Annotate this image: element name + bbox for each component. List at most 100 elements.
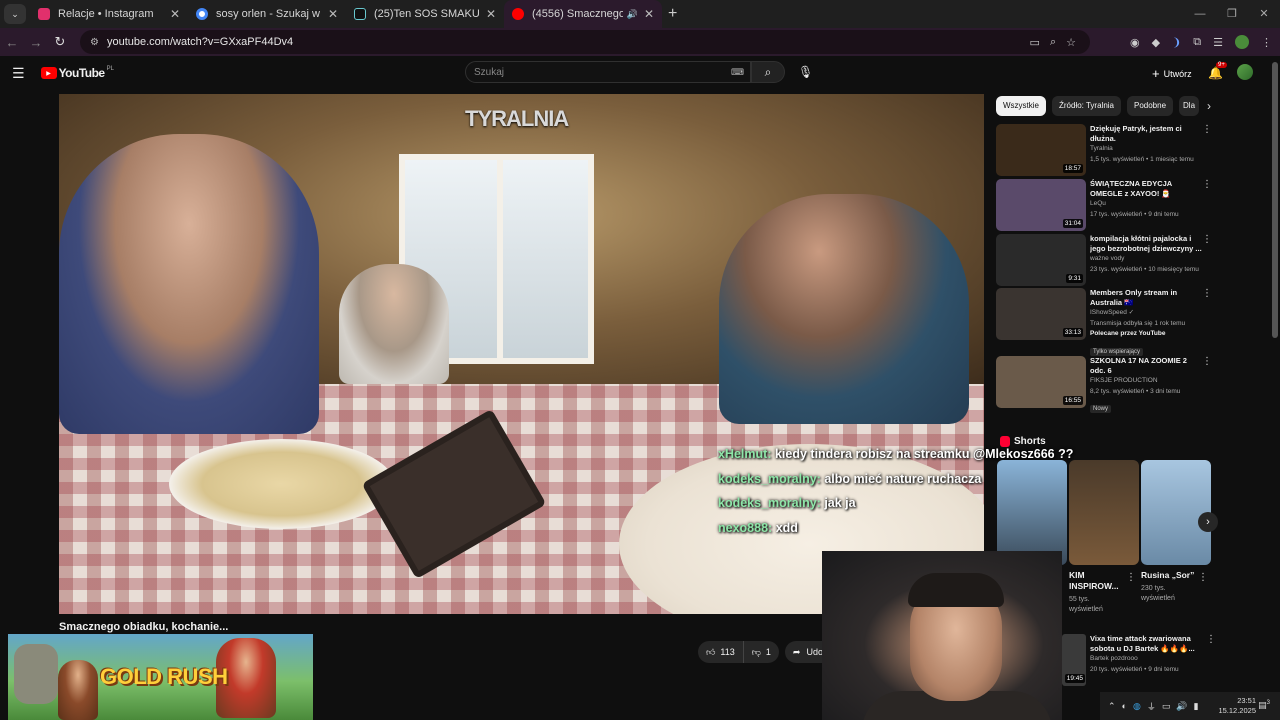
site-info-icon[interactable]: ⚙ xyxy=(90,37,99,48)
tab-label: sosy orlen - Szukaj w Google xyxy=(216,8,322,20)
recommendation-item[interactable]: 33:13 Members Only stream in Australia 🇦🇺… xyxy=(996,288,1220,356)
share-icon: ➦ xyxy=(792,646,801,657)
chip-for-you[interactable]: Dla xyxy=(1179,96,1200,116)
keyboard-icon[interactable]: ⌨ xyxy=(731,67,744,78)
restore-icon[interactable]: ❐ xyxy=(1216,0,1248,28)
video-duration: 33:13 xyxy=(1062,328,1083,337)
browser-tab-0[interactable]: Relacje • Instagram ✕ xyxy=(30,0,188,28)
network-icon[interactable]: ▭ xyxy=(1162,701,1171,712)
more-options-icon[interactable]: ⋮ xyxy=(1202,288,1212,299)
volume-icon[interactable]: 🔊 xyxy=(1176,701,1187,712)
browser-menu-icon[interactable]: ⋮ xyxy=(1261,36,1272,49)
create-button[interactable]: + Utwórz xyxy=(1152,66,1192,81)
youtube-logo[interactable]: ▶ YouTube PL xyxy=(40,66,114,80)
speaker-icon[interactable]: 🔊 xyxy=(627,9,638,20)
cast-icon[interactable]: ▭ xyxy=(1030,36,1040,49)
short-thumbnail[interactable] xyxy=(997,460,1067,565)
video-thumbnail[interactable]: 31:04 xyxy=(996,179,1086,231)
back-icon[interactable]: ← xyxy=(0,35,24,50)
recommendation-channel[interactable]: ważne vody xyxy=(1090,254,1202,265)
search-button[interactable]: ⌕ xyxy=(751,61,785,83)
video-thumbnail[interactable]: 19:45 xyxy=(1062,634,1086,686)
close-window-icon[interactable]: ✕ xyxy=(1248,0,1280,28)
url-bar[interactable]: ⚙ youtube.com/watch?v=GXxaPF44Dv4 ▭ ⌕ ☆ xyxy=(80,30,1090,54)
battery-icon[interactable]: ▮ xyxy=(1194,701,1199,712)
more-options-icon[interactable]: ⋮ xyxy=(1198,572,1208,583)
usb-icon[interactable]: ⏚ xyxy=(1147,700,1156,713)
recommendation-item[interactable]: 19:45 Vixa time attack zwariowana sobota… xyxy=(1062,634,1222,686)
recommendation-item[interactable]: 16:55 SZKOLNA 17 NA ZOOMIE 2 odc. 6 FIKSJE… xyxy=(996,356,1220,413)
recommendation-title[interactable]: ŚWIĄTECZNA EDYCJA OMEGLE z XAYOO! 🎅 *roz… xyxy=(1090,179,1202,199)
notifications-bell-icon[interactable]: 🔔 9+ xyxy=(1208,62,1227,80)
close-icon[interactable]: ✕ xyxy=(328,7,338,21)
chip-source[interactable]: Źródło: Tyralnia xyxy=(1052,96,1121,116)
browser-tab-2[interactable]: (25)Ten SOS SMAKUJE jak KENT ✕ xyxy=(346,0,504,28)
extensions-puzzle-icon[interactable]: ⧉ xyxy=(1193,36,1201,49)
short-title[interactable]: KIM INSPIROW... xyxy=(1069,570,1125,592)
recommendation-title[interactable]: kompilacja kłótni pajalocka i jego bezro… xyxy=(1090,234,1202,254)
account-avatar[interactable] xyxy=(1237,64,1253,80)
video-thumbnail[interactable]: 33:13 xyxy=(996,288,1086,340)
browser-tab-1[interactable]: sosy orlen - Szukaj w Google ✕ xyxy=(188,0,346,28)
shorts-next-button[interactable]: › xyxy=(1198,512,1218,532)
recommendation-channel[interactable]: Tyralnia xyxy=(1090,144,1202,155)
clock[interactable]: 23:51 15.12.2025 xyxy=(1218,696,1256,716)
shorts-icon xyxy=(1000,436,1010,447)
recommendation-channel[interactable]: LeQu xyxy=(1090,199,1202,210)
recommendation-channel[interactable]: FIKSJE PRODUCTION xyxy=(1090,376,1202,387)
recommendation-item[interactable]: 9:31 kompilacja kłótni pajalocka i jego b… xyxy=(996,234,1220,286)
zoom-icon[interactable]: ⌕ xyxy=(1050,36,1056,49)
new-tab-icon[interactable]: + xyxy=(668,5,677,23)
microphone-icon[interactable]: 🎙 xyxy=(798,65,813,79)
recommendation-item[interactable]: 18:57 Dziękuję Patryk, jestem ci dłużna. T… xyxy=(996,124,1220,176)
dislike-button[interactable]: 👎︎ 1 xyxy=(744,641,779,663)
chevron-right-icon[interactable]: › xyxy=(1207,99,1211,113)
short-thumbnail[interactable] xyxy=(1141,460,1211,565)
extension-icon[interactable]: ◆ xyxy=(1152,36,1160,49)
more-options-icon[interactable]: ⋮ xyxy=(1202,234,1212,245)
notification-center-icon[interactable]: ▤3 xyxy=(1258,700,1270,711)
profile-avatar[interactable] xyxy=(1235,35,1249,49)
scrollbar-thumb[interactable] xyxy=(1272,62,1278,338)
reading-list-icon[interactable]: ☰ xyxy=(1213,36,1223,49)
chat-username: kodeks_moralny: xyxy=(718,496,821,510)
bookmark-star-icon[interactable]: ☆ xyxy=(1066,36,1076,49)
recommendation-title[interactable]: Members Only stream in Australia 🇦🇺 xyxy=(1090,288,1202,308)
more-options-icon[interactable]: ⋮ xyxy=(1202,356,1212,367)
recommendation-title[interactable]: Dziękuję Patryk, jestem ci dłużna. xyxy=(1090,124,1202,144)
close-icon[interactable]: ✕ xyxy=(486,7,496,21)
chip-similar[interactable]: Podobne xyxy=(1127,96,1174,116)
search-icon: ⌕ xyxy=(764,65,772,79)
recommendation-channel[interactable]: Bartek pozdrooo xyxy=(1090,654,1208,665)
recommendation-item[interactable]: 31:04 ŚWIĄTECZNA EDYCJA OMEGLE z XAYOO! 🎅… xyxy=(996,179,1220,231)
close-icon[interactable]: ✕ xyxy=(170,7,180,21)
video-thumbnail[interactable]: 16:55 xyxy=(996,356,1086,408)
discord-icon[interactable]: ◐ xyxy=(1122,701,1127,711)
chevron-up-icon[interactable]: ⌃ xyxy=(1108,701,1116,712)
more-options-icon[interactable]: ⋮ xyxy=(1202,179,1212,190)
recommendation-meta: Transmisja odbyła się 1 rok temu xyxy=(1090,319,1186,327)
browser-tab-3[interactable]: (4556) Smacznego obiadku 🔊 ✕ xyxy=(504,0,662,28)
extension-icon[interactable]: ◉ xyxy=(1130,36,1140,49)
video-thumbnail[interactable]: 9:31 xyxy=(996,234,1086,286)
video-thumbnail[interactable]: 18:57 xyxy=(996,124,1086,176)
reload-icon[interactable]: ↻ xyxy=(48,34,72,50)
edge-icon[interactable]: ◍ xyxy=(1133,701,1141,712)
close-icon[interactable]: ✕ xyxy=(644,7,654,21)
forward-icon[interactable]: → xyxy=(24,35,48,50)
more-options-icon[interactable]: ⋮ xyxy=(1126,572,1136,583)
recommendation-title[interactable]: SZKOLNA 17 NA ZOOMIE 2 odc. 6 xyxy=(1090,356,1202,376)
like-button[interactable]: 👍︎ 113 xyxy=(698,641,744,663)
recommendation-channel[interactable]: IShowSpeed ✓ xyxy=(1090,308,1202,319)
short-thumbnail[interactable] xyxy=(1069,460,1139,565)
chip-all[interactable]: Wszystkie xyxy=(996,96,1046,116)
search-input[interactable]: Szukaj ⌨ xyxy=(465,61,751,83)
extension-icon[interactable]: ❩ xyxy=(1172,36,1181,49)
minimize-icon[interactable]: — xyxy=(1184,0,1216,28)
tab-search-button[interactable]: ⌄ xyxy=(4,4,26,24)
recommendation-title[interactable]: Vixa time attack zwariowana sobota u DJ … xyxy=(1090,634,1208,654)
hamburger-menu-icon[interactable]: ☰ xyxy=(12,65,25,82)
short-title[interactable]: Rusina „Sor” xyxy=(1141,570,1201,580)
more-options-icon[interactable]: ⋮ xyxy=(1206,634,1216,645)
more-options-icon[interactable]: ⋮ xyxy=(1202,124,1212,135)
